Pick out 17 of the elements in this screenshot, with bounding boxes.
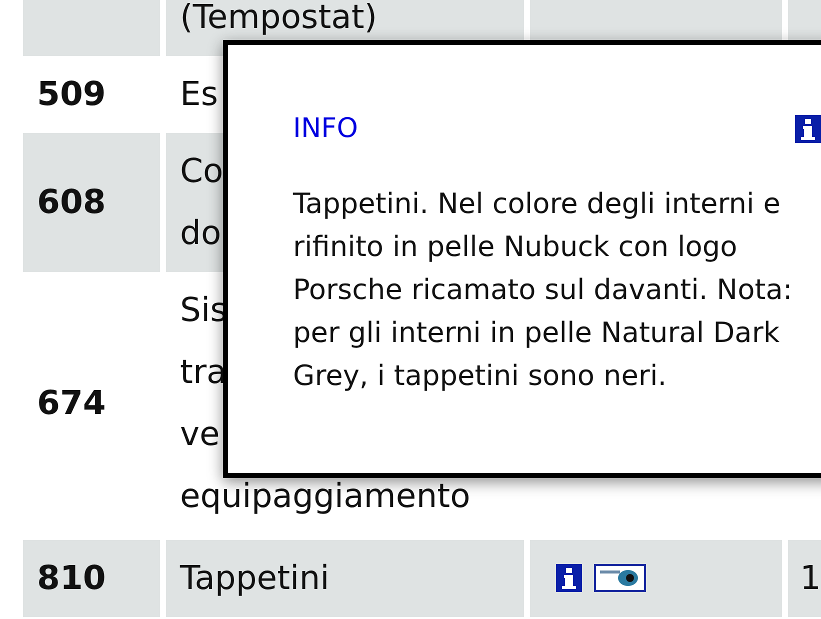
info-icon[interactable]	[556, 564, 582, 592]
cell-text: Es	[180, 74, 218, 113]
cell-text: Tappetini	[180, 558, 330, 597]
cell-text: (Tempostat)	[180, 0, 378, 36]
cell-text: tra	[180, 352, 227, 391]
table-cell: 810	[23, 540, 160, 617]
eye-icon[interactable]	[594, 564, 646, 592]
cell-text: equipaggiamento	[180, 476, 470, 515]
popup-text: Tappetini. Nel colore degli interni e rifinito in pelle Nubuck con logo Porsche ricamato sul davanti. Nota: per gli interni in pelle Natural Dark Grey, i tappetini sono neri.	[293, 186, 794, 394]
cell-text: Co	[180, 151, 224, 190]
table-cell: 608	[23, 133, 160, 272]
popup-title: INFO	[293, 113, 358, 144]
table-cell-text: 674	[36, 382, 107, 424]
table-cell-text: 509	[36, 73, 107, 115]
table-cell: 1	[788, 540, 821, 617]
cell-text: ve	[180, 414, 220, 453]
cell-text: do	[180, 213, 222, 252]
